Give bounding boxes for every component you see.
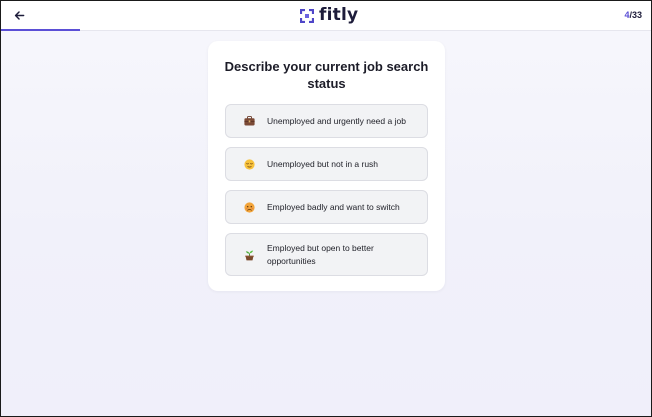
logo-text: fitly [319, 5, 359, 25]
question-card: Describe your current job search status … [208, 41, 445, 291]
options-list: Unemployed and urgently need a job Unemp… [225, 104, 428, 276]
progress-total: /33 [629, 10, 642, 20]
option-employed-open[interactable]: Employed but open to better opportunitie… [225, 233, 428, 276]
relieved-face-icon [243, 158, 255, 170]
fitly-logo-icon [300, 8, 314, 23]
unhappy-face-icon [243, 201, 255, 213]
briefcase-icon [243, 115, 255, 127]
arrow-left-icon [14, 10, 24, 20]
option-label: Unemployed and urgently need a job [267, 115, 406, 126]
back-button[interactable] [11, 7, 27, 23]
app-frame: fitly 4/33 Describe your current job sea… [0, 0, 652, 417]
option-unemployed-urgent[interactable]: Unemployed and urgently need a job [225, 104, 428, 138]
seedling-icon [243, 249, 255, 261]
progress-bar [1, 29, 80, 31]
option-label: Employed badly and want to switch [267, 201, 400, 212]
question-title: Describe your current job search status [224, 59, 429, 91]
top-bar: fitly 4/33 [1, 1, 651, 31]
option-unemployed-no-rush[interactable]: Unemployed but not in a rush [225, 147, 428, 181]
logo: fitly [300, 6, 358, 25]
progress-counter: 4/33 [624, 10, 642, 20]
option-label: Unemployed but not in a rush [267, 158, 379, 169]
option-employed-switch[interactable]: Employed badly and want to switch [225, 190, 428, 224]
option-label: Employed but open to better opportunitie… [267, 242, 374, 266]
